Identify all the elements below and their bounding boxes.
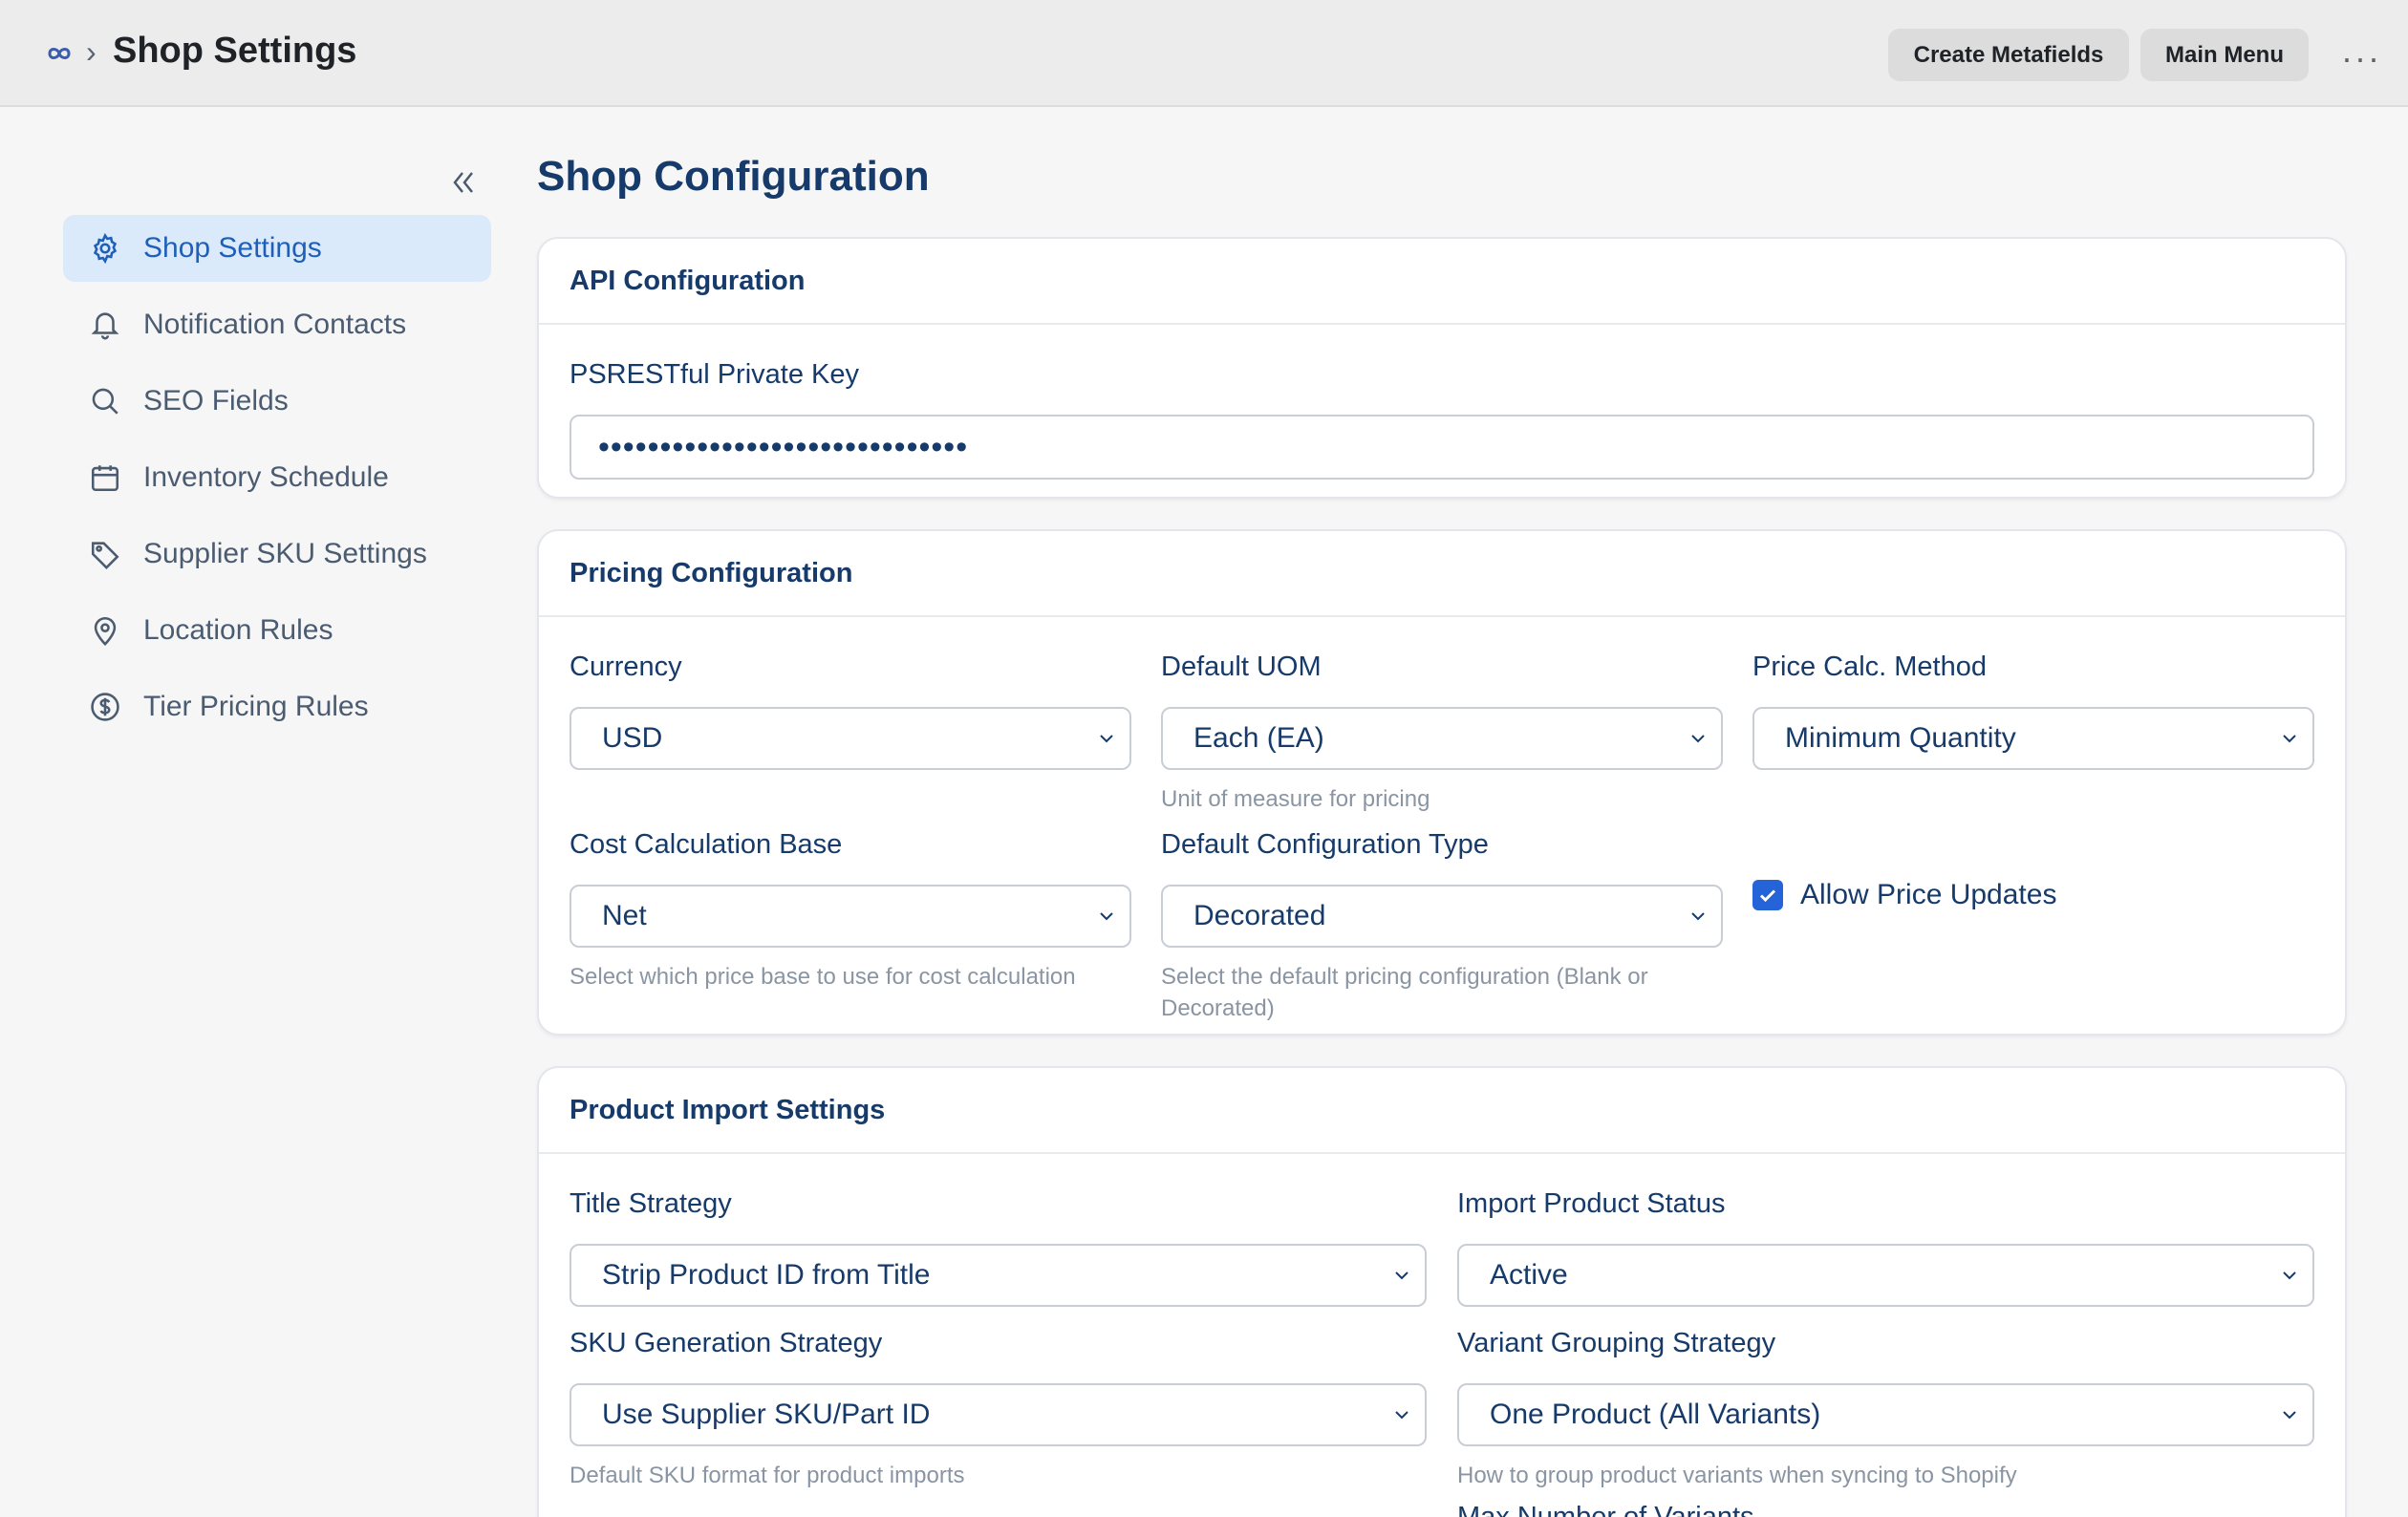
field-label: Default Configuration Type — [1161, 829, 1489, 860]
allow-price-updates-row: Allow Price Updates — [1752, 879, 2056, 911]
chevron-down-icon — [2283, 1271, 2296, 1280]
sidebar-item-inventory-schedule[interactable]: Inventory Schedule — [63, 444, 491, 511]
chevron-down-icon — [1691, 735, 1705, 743]
price-calc-method-field: Price Calc. Method Minimum Quantity — [1752, 652, 2314, 770]
sidebar-item-label: Notification Contacts — [143, 309, 407, 340]
calendar-icon — [86, 459, 124, 497]
default-configuration-type-select[interactable]: Decorated — [1161, 885, 1723, 948]
create-metafields-button[interactable]: Create Metafields — [1888, 29, 2129, 81]
card-heading: Pricing Configuration — [539, 531, 2345, 617]
bell-icon — [86, 306, 124, 344]
tag-icon — [86, 535, 124, 573]
field-label: Max Number of Variants — [1457, 1502, 1754, 1517]
select-value: Minimum Quantity — [1785, 722, 2016, 754]
infinity-logo-icon[interactable] — [40, 38, 78, 69]
field-label: Variant Grouping Strategy — [1457, 1328, 1776, 1358]
chevron-down-icon — [2283, 735, 2296, 743]
select-value: Use Supplier SKU/Part ID — [602, 1399, 931, 1430]
product-import-settings-card: Product Import Settings Title Strategy S… — [537, 1066, 2347, 1517]
select-value: USD — [602, 722, 663, 754]
field-label: Cost Calculation Base — [570, 829, 843, 860]
variant-grouping-strategy-select[interactable]: One Product (All Variants) — [1457, 1383, 2314, 1446]
sidebar-item-label: Inventory Schedule — [143, 461, 389, 493]
variant-grouping-strategy-field: Variant Grouping Strategy One Product (A… — [1457, 1328, 2314, 1491]
select-value: One Product (All Variants) — [1490, 1399, 1821, 1430]
sku-generation-strategy-select[interactable]: Use Supplier SKU/Part ID — [570, 1383, 1427, 1446]
sidebar-item-notification-contacts[interactable]: Notification Contacts — [63, 291, 491, 358]
help-text: Default SKU format for product imports — [570, 1463, 965, 1488]
field-label: Import Product Status — [1457, 1188, 1726, 1219]
default-uom-select[interactable]: Each (EA) — [1161, 707, 1723, 770]
chevron-down-icon — [1100, 735, 1113, 743]
cost-calculation-base-select[interactable]: Net — [570, 885, 1131, 948]
select-value: Net — [602, 900, 647, 931]
title-strategy-field: Title Strategy Strip Product ID from Tit… — [570, 1188, 1427, 1307]
price-calc-method-select[interactable]: Minimum Quantity — [1752, 707, 2314, 770]
field-label: PSRESTful Private Key — [570, 359, 859, 390]
page-breadcrumb-title: Shop Settings — [113, 31, 357, 71]
card-heading: Product Import Settings — [539, 1068, 2345, 1154]
chevron-down-icon — [1691, 912, 1705, 921]
currency-select[interactable]: USD — [570, 707, 1131, 770]
sidebar-item-label: Shop Settings — [143, 232, 322, 264]
sidebar-item-label: Tier Pricing Rules — [143, 691, 369, 722]
cost-calculation-base-field: Cost Calculation Base Net Select which p… — [570, 829, 1131, 993]
page-title: Shop Configuration — [537, 153, 930, 200]
field-label: SKU Generation Strategy — [570, 1328, 883, 1358]
sidebar-item-label: Supplier SKU Settings — [143, 538, 427, 569]
field-label: Default UOM — [1161, 652, 1322, 682]
max-number-of-variants-field: Max Number of Variants — [1457, 1502, 2314, 1517]
help-text: Select which price base to use for cost … — [570, 964, 1076, 990]
sidebar-item-label: SEO Fields — [143, 385, 289, 417]
help-text: Select the default pricing configuration… — [1161, 964, 1648, 1021]
private-key-input[interactable]: •••••••••••••••••••••••••••••• — [570, 415, 2314, 480]
private-key-field: PSRESTful Private Key ••••••••••••••••••… — [570, 359, 2314, 480]
sidebar-item-tier-pricing-rules[interactable]: Tier Pricing Rules — [63, 673, 491, 740]
default-uom-field: Default UOM Each (EA) Unit of measure fo… — [1161, 652, 1723, 815]
default-configuration-type-field: Default Configuration Type Decorated Sel… — [1161, 829, 1723, 1024]
currency-field: Currency USD — [570, 652, 1131, 770]
api-configuration-card: API Configuration PSRESTful Private Key … — [537, 237, 2347, 499]
breadcrumb-separator: › — [86, 34, 97, 69]
chevron-down-icon — [1395, 1271, 1408, 1280]
title-strategy-select[interactable]: Strip Product ID from Title — [570, 1244, 1427, 1307]
checkmark-icon — [1759, 889, 1776, 903]
gear-icon — [86, 229, 124, 267]
sidebar-item-shop-settings[interactable]: Shop Settings — [63, 215, 491, 282]
main-menu-button[interactable]: Main Menu — [2140, 29, 2309, 81]
search-icon — [86, 382, 124, 420]
more-options-icon[interactable]: ··· — [2341, 38, 2381, 78]
help-text: How to group product variants when synci… — [1457, 1463, 2017, 1488]
pricing-configuration-card: Pricing Configuration Currency USD Defau… — [537, 529, 2347, 1036]
allow-price-updates-checkbox[interactable] — [1752, 880, 1783, 910]
chevron-down-icon — [1100, 912, 1113, 921]
chevron-down-icon — [1395, 1411, 1408, 1420]
top-bar: › Shop Settings Create Metafields Main M… — [0, 0, 2408, 107]
field-label: Title Strategy — [570, 1188, 732, 1219]
select-value: Each (EA) — [1193, 722, 1324, 754]
select-value: Active — [1490, 1259, 1568, 1291]
import-product-status-select[interactable]: Active — [1457, 1244, 2314, 1307]
field-label: Price Calc. Method — [1752, 652, 1987, 682]
sidebar-item-supplier-sku-settings[interactable]: Supplier SKU Settings — [63, 521, 491, 588]
field-label: Currency — [570, 652, 682, 682]
help-text: Unit of measure for pricing — [1161, 786, 1430, 812]
sku-generation-strategy-field: SKU Generation Strategy Use Supplier SKU… — [570, 1328, 1427, 1491]
map-pin-icon — [86, 611, 124, 650]
collapse-sidebar-icon[interactable] — [449, 162, 476, 205]
sidebar-item-seo-fields[interactable]: SEO Fields — [63, 368, 491, 435]
card-heading: API Configuration — [539, 239, 2345, 325]
select-value: Decorated — [1193, 900, 1326, 931]
select-value: Strip Product ID from Title — [602, 1259, 931, 1291]
sidebar-item-label: Location Rules — [143, 614, 333, 646]
dollar-circle-icon — [86, 688, 124, 726]
import-product-status-field: Import Product Status Active — [1457, 1188, 2314, 1307]
sidebar-item-location-rules[interactable]: Location Rules — [63, 597, 491, 664]
chevron-down-icon — [2283, 1411, 2296, 1420]
checkbox-label[interactable]: Allow Price Updates — [1800, 879, 2056, 911]
